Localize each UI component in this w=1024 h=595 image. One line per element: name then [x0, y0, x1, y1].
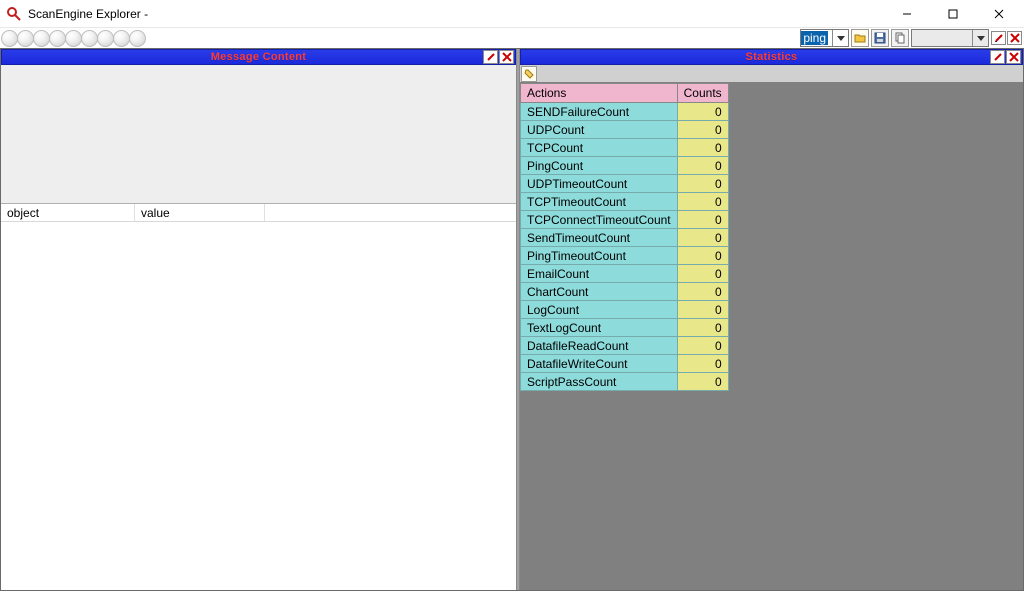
statistics-body: Actions Counts SENDFailureCount0UDPCount…	[520, 83, 1023, 590]
column-value[interactable]: value	[135, 204, 265, 221]
stat-action: LogCount	[521, 301, 678, 319]
table-row[interactable]: UDPCount0	[521, 121, 729, 139]
message-content-area[interactable]	[1, 65, 516, 204]
toolbar-close-button[interactable]	[1007, 31, 1022, 45]
secondary-combo-input[interactable]	[912, 30, 972, 46]
table-row[interactable]: TextLogCount0	[521, 319, 729, 337]
statistics-title: Statistics	[521, 51, 1022, 63]
stat-action: PingCount	[521, 157, 678, 175]
save-button[interactable]	[871, 29, 889, 47]
stat-count: 0	[677, 121, 728, 139]
table-row[interactable]: TCPConnectTimeoutCount0	[521, 211, 729, 229]
chevron-down-icon[interactable]	[832, 30, 848, 46]
toolbar-circle-button[interactable]	[1, 30, 18, 47]
stat-count: 0	[677, 319, 728, 337]
stat-action: TCPConnectTimeoutCount	[521, 211, 678, 229]
stat-count: 0	[677, 229, 728, 247]
stat-count: 0	[677, 157, 728, 175]
stat-count: 0	[677, 301, 728, 319]
stat-count: 0	[677, 283, 728, 301]
message-content-title: Message Content	[2, 51, 515, 63]
toolbar-edit-button[interactable]	[991, 31, 1006, 45]
toolbar-circle-button[interactable]	[17, 30, 34, 47]
stat-count: 0	[677, 355, 728, 373]
toolbar-circle-button[interactable]	[129, 30, 146, 47]
stat-action: DatafileReadCount	[521, 337, 678, 355]
titlebar: ScanEngine Explorer -	[0, 0, 1024, 28]
toolbar-dots	[2, 30, 146, 47]
stat-count: 0	[677, 247, 728, 265]
stat-count: 0	[677, 211, 728, 229]
toolbar-circle-button[interactable]	[113, 30, 130, 47]
stat-action: ChartCount	[521, 283, 678, 301]
statistics-table: Actions Counts SENDFailureCount0UDPCount…	[520, 83, 729, 391]
stat-action: UDPTimeoutCount	[521, 175, 678, 193]
toolbar-circle-button[interactable]	[65, 30, 82, 47]
table-row[interactable]: ScriptPassCount0	[521, 373, 729, 391]
statistics-toolbar	[520, 65, 1023, 83]
object-value-grid[interactable]	[1, 222, 516, 590]
stat-action: DatafileWriteCount	[521, 355, 678, 373]
copy-button[interactable]	[891, 29, 909, 47]
object-value-header: object value	[1, 204, 516, 222]
stat-count: 0	[677, 265, 728, 283]
message-content-panel: Message Content object value	[1, 49, 516, 590]
panel-edit-button[interactable]	[990, 50, 1005, 64]
stat-count: 0	[677, 337, 728, 355]
stat-action: TCPTimeoutCount	[521, 193, 678, 211]
column-actions[interactable]: Actions	[521, 84, 678, 103]
panel-edit-button[interactable]	[483, 50, 498, 64]
open-button[interactable]	[851, 29, 869, 47]
toolbar-circle-button[interactable]	[33, 30, 50, 47]
panel-close-button[interactable]	[1006, 50, 1021, 64]
stat-count: 0	[677, 175, 728, 193]
statistics-header: Statistics	[520, 49, 1023, 65]
maximize-button[interactable]	[930, 1, 976, 27]
toolbar-circle-button[interactable]	[97, 30, 114, 47]
clear-stats-button[interactable]	[521, 66, 537, 82]
table-row[interactable]: TCPTimeoutCount0	[521, 193, 729, 211]
toolbar: ping	[0, 28, 1024, 48]
toolbar-circle-button[interactable]	[49, 30, 66, 47]
panel-close-button[interactable]	[499, 50, 514, 64]
stat-action: TextLogCount	[521, 319, 678, 337]
table-row[interactable]: PingTimeoutCount0	[521, 247, 729, 265]
stat-count: 0	[677, 373, 728, 391]
column-counts[interactable]: Counts	[677, 84, 728, 103]
table-row[interactable]: DatafileReadCount0	[521, 337, 729, 355]
table-row[interactable]: LogCount0	[521, 301, 729, 319]
column-object[interactable]: object	[1, 204, 135, 221]
profile-combo-value: ping	[801, 31, 828, 45]
table-row[interactable]: SendTimeoutCount0	[521, 229, 729, 247]
profile-combo[interactable]: ping	[800, 29, 849, 47]
message-content-header: Message Content	[1, 49, 516, 65]
window-title: ScanEngine Explorer -	[28, 7, 884, 21]
table-row[interactable]: UDPTimeoutCount0	[521, 175, 729, 193]
stat-action: EmailCount	[521, 265, 678, 283]
stat-action: UDPCount	[521, 121, 678, 139]
minimize-button[interactable]	[884, 1, 930, 27]
table-row[interactable]: EmailCount0	[521, 265, 729, 283]
stat-action: SENDFailureCount	[521, 103, 678, 121]
table-row[interactable]: ChartCount0	[521, 283, 729, 301]
stat-count: 0	[677, 193, 728, 211]
stat-action: TCPCount	[521, 139, 678, 157]
panels: Message Content object value Statistics	[0, 48, 1024, 591]
stat-action: ScriptPassCount	[521, 373, 678, 391]
toolbar-circle-button[interactable]	[81, 30, 98, 47]
app-icon	[6, 6, 22, 22]
table-row[interactable]: SENDFailureCount0	[521, 103, 729, 121]
stat-count: 0	[677, 103, 728, 121]
statistics-panel: Statistics Actions Counts SENDFailureCou…	[520, 49, 1023, 590]
table-row[interactable]: DatafileWriteCount0	[521, 355, 729, 373]
stat-action: PingTimeoutCount	[521, 247, 678, 265]
close-button[interactable]	[976, 1, 1022, 27]
chevron-down-icon[interactable]	[972, 30, 988, 46]
table-row[interactable]: PingCount0	[521, 157, 729, 175]
stat-action: SendTimeoutCount	[521, 229, 678, 247]
secondary-combo[interactable]	[911, 29, 989, 47]
table-row[interactable]: TCPCount0	[521, 139, 729, 157]
stat-count: 0	[677, 139, 728, 157]
